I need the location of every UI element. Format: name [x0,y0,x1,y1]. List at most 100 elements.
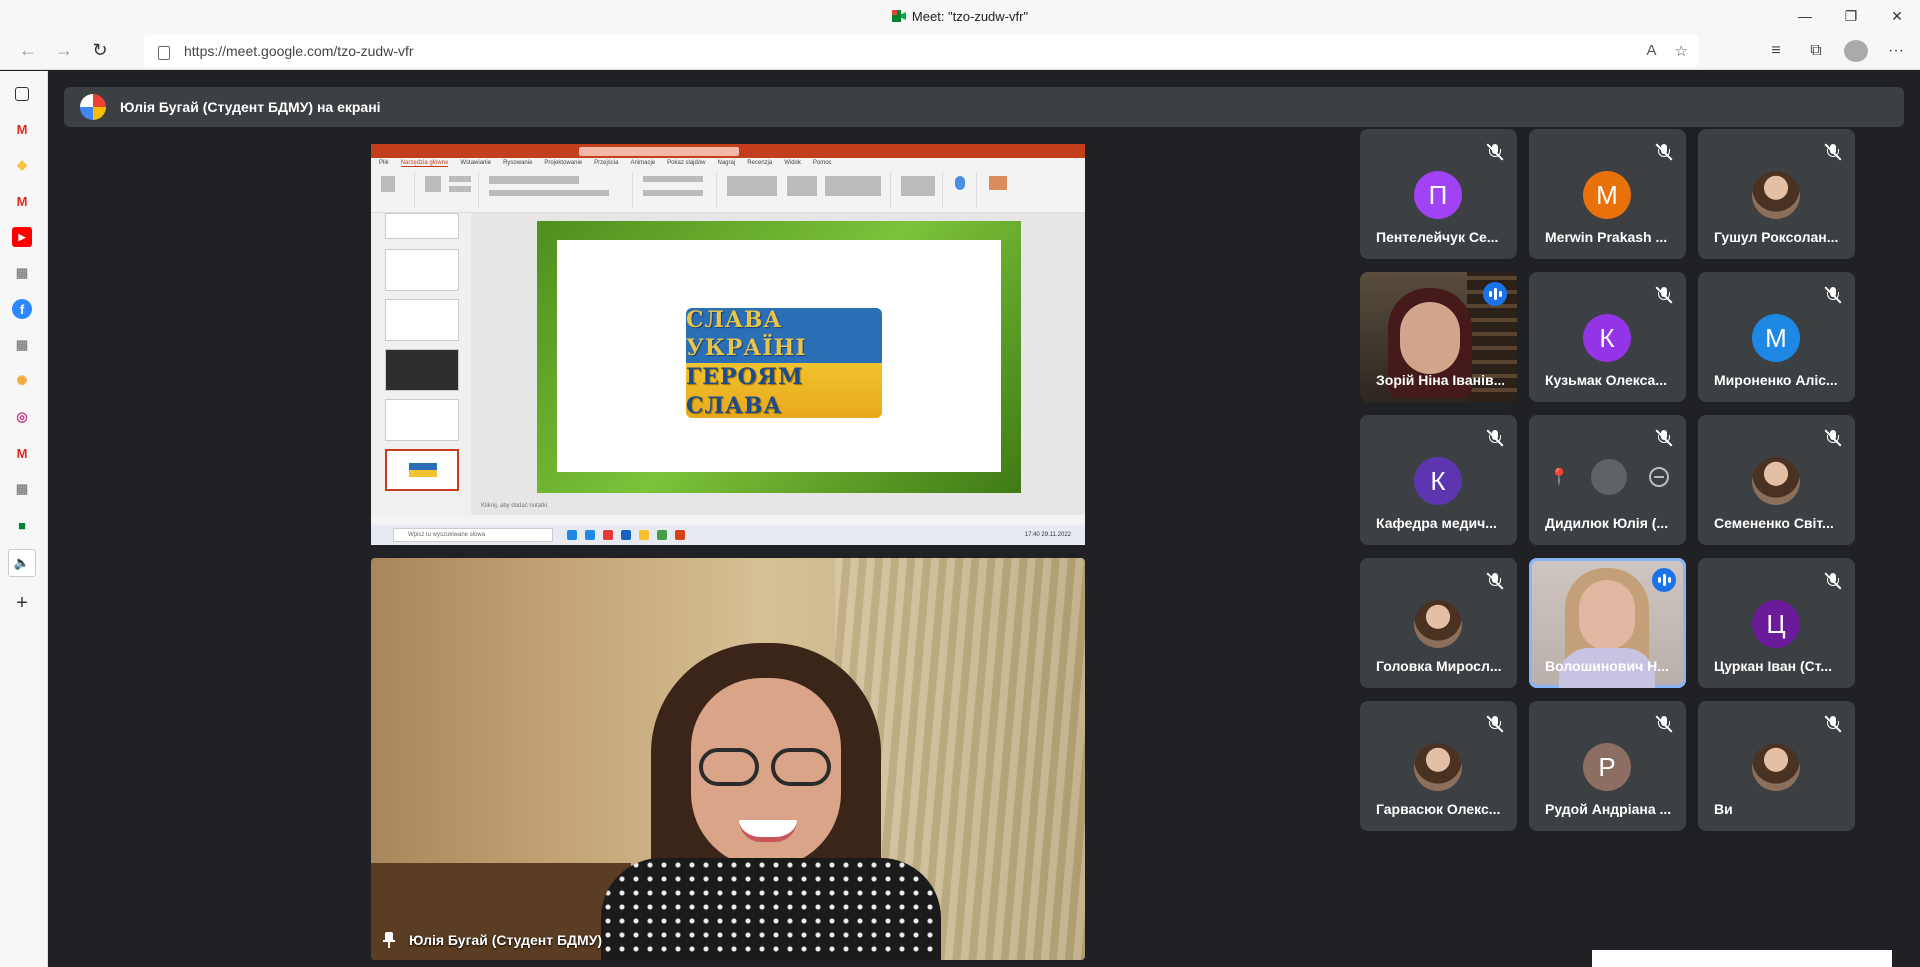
participant-avatar: М [1752,314,1800,362]
add-sidebar-app-button[interactable]: + [12,592,32,614]
mic-off-icon [1486,715,1504,733]
ppt-tab: Projektowanie [544,160,583,166]
presenter-video-tile[interactable]: Юлія Бугай (Студент БДМУ) [371,558,1085,960]
meet-icon[interactable]: ■ [12,515,32,535]
forward-button[interactable]: → [46,35,82,67]
restore-button[interactable]: ❐ [1828,0,1874,32]
participant-tile[interactable]: Зорій Ніна Івaнів... [1360,272,1517,402]
mic-off-icon[interactable] [1590,459,1627,495]
participant-name: Цуркан Іван (Ст... [1714,658,1833,674]
app-icon[interactable]: ▦ [12,263,32,283]
window-titlebar: Meet: "tzo-zudw-vfr" — ❐ ✕ [0,0,1920,32]
mic-off-icon [1486,143,1504,161]
mic-off-icon [1824,572,1842,590]
slide-text-line1: СЛАВА УКРАЇНІ [686,306,807,362]
gmail-icon[interactable]: M [12,443,32,463]
meet-logo-icon [891,10,906,22]
youtube-icon[interactable]: ▶ [12,227,32,247]
favorite-star-icon[interactable]: ☆ [1675,42,1688,60]
address-bar[interactable]: https://meet.google.com/tzo-zudw-vfr A ☆ [144,35,1698,67]
participant-tile[interactable]: Р Рудой Андріана ... [1529,701,1686,831]
gmail-icon[interactable]: M [12,119,32,139]
windows-taskbar: Wpisz tu wyszukiwane słowa 17:40 29.11.2… [371,525,1085,545]
participant-tile[interactable]: M Merwin Prakash ... [1529,129,1686,259]
remove-icon[interactable] [1648,467,1669,487]
facebook-icon[interactable]: f [12,299,32,319]
participant-tile[interactable]: Ви [1698,701,1855,831]
slide-thumbnail[interactable] [385,349,459,391]
participant-tile[interactable]: Семененко Світ... [1698,415,1855,545]
slide-thumbnail[interactable] [385,249,459,291]
ppt-tab: Wstawianie [460,160,492,166]
pin-icon[interactable]: 📍 [1549,467,1569,487]
profile-avatar[interactable] [1844,40,1868,62]
gmail-icon[interactable]: M [12,191,32,211]
menu-icon[interactable]: ··· [1884,42,1908,60]
ppt-titlebar [371,144,1085,158]
participant-name: Волошинович Н... [1545,658,1669,674]
extension-icon[interactable]: ◆ [12,155,32,175]
mic-off-icon [1655,715,1673,733]
participant-name: Головка Миросл... [1376,658,1502,674]
edge-sidebar: M ◆ M ▶ ▦ f ▦ ✺ ◎ M ▦ ■ 🔈 + [0,71,48,967]
ppt-tab: Plik [379,160,389,166]
participant-name: Дидилюк Юлія (... [1545,515,1669,531]
tabs-icon[interactable] [15,87,29,101]
lock-icon [158,46,170,60]
ppt-search-box [579,146,739,156]
ppt-tab: Recenzja [747,160,773,166]
participant-avatar [1414,743,1462,791]
participant-tile[interactable]: Ц Цуркан Іван (Ст... [1698,558,1855,688]
participant-name: Merwin Prakash ... [1545,229,1668,245]
app-icon[interactable]: ▦ [12,479,32,499]
presentation-banner-text: Юлія Бугай (Студент БДМУ) на екрані [120,99,381,115]
participant-name: Семененко Світ... [1714,515,1834,531]
window-title: Meet: "tzo-zudw-vfr" [891,9,1028,24]
slide-thumbnails [371,213,471,515]
favorites-icon[interactable]: ≡ [1764,42,1788,60]
participant-tile[interactable]: Гарвасюк Олекс... [1360,701,1517,831]
app-icon[interactable]: ▦ [12,335,32,355]
participant-tile[interactable]: П Пентелейчук Се... [1360,129,1517,259]
ppt-ribbon-tabs: Plik Narzędzia główne Wstawianie Rysowanie P… [371,158,1085,168]
speaking-indicator-icon [1483,282,1507,306]
participant-name: Ви [1714,801,1733,817]
participant-tile[interactable]: 📍 Дидилюк Юлія (... [1529,415,1686,545]
slide-thumbnail-selected[interactable] [385,449,459,491]
mic-off-icon [1486,429,1504,447]
ppt-tab: Pomoc [812,160,832,166]
mic-off-icon [1655,286,1673,304]
notification-strip [1592,950,1892,967]
refresh-button[interactable]: ↻ [82,35,118,67]
slide-thumbnail[interactable] [385,399,459,441]
collections-icon[interactable]: ⧉ [1804,42,1828,60]
participant-tile[interactable]: Головка Миросл... [1360,558,1517,688]
ppt-ribbon [371,168,1085,213]
slide-thumbnail[interactable] [385,299,459,341]
participant-tile[interactable]: К Кузьмак Олекса... [1529,272,1686,402]
presentation-banner: Юлія Бугай (Студент БДМУ) на екрані [64,87,1904,127]
minimize-button[interactable]: — [1782,0,1828,32]
read-aloud-icon[interactable]: A [1647,42,1657,60]
browser-toolbar: ← → ↻ https://meet.google.com/tzo-zudw-v… [0,32,1920,70]
sun-icon[interactable]: ✺ [12,371,32,391]
participant-name: Гарвасюк Олекс... [1376,801,1501,817]
participant-tile[interactable]: М Мироненко Аліс... [1698,272,1855,402]
close-button[interactable]: ✕ [1874,0,1920,32]
shared-screen: Plik Narzędzia główne Wstawianie Rysowanie P… [371,144,1085,545]
instagram-icon[interactable]: ◎ [12,407,32,427]
tile-hover-controls: 📍 [1549,457,1669,497]
slide-thumbnail[interactable] [385,213,459,239]
speaker-icon[interactable]: 🔈 [8,549,36,577]
participant-tile[interactable]: Волошинович Н... [1529,558,1686,688]
back-button[interactable]: ← [10,35,46,67]
mic-off-icon [1824,286,1842,304]
presenter-name-label: Юлія Бугай (Студент БДМУ) [383,932,602,948]
participant-tile[interactable]: Гушул Роксолан... [1698,129,1855,259]
participant-name: Мироненко Аліс... [1714,372,1838,388]
url-text[interactable]: https://meet.google.com/tzo-zudw-vfr [184,43,414,59]
participant-name: Зорій Ніна Івaнів... [1376,372,1504,388]
pin-icon [383,932,395,948]
participant-tile[interactable]: К Кафедра медич... [1360,415,1517,545]
taskbar-clock: 17:40 29.11.2022 [1024,532,1071,538]
